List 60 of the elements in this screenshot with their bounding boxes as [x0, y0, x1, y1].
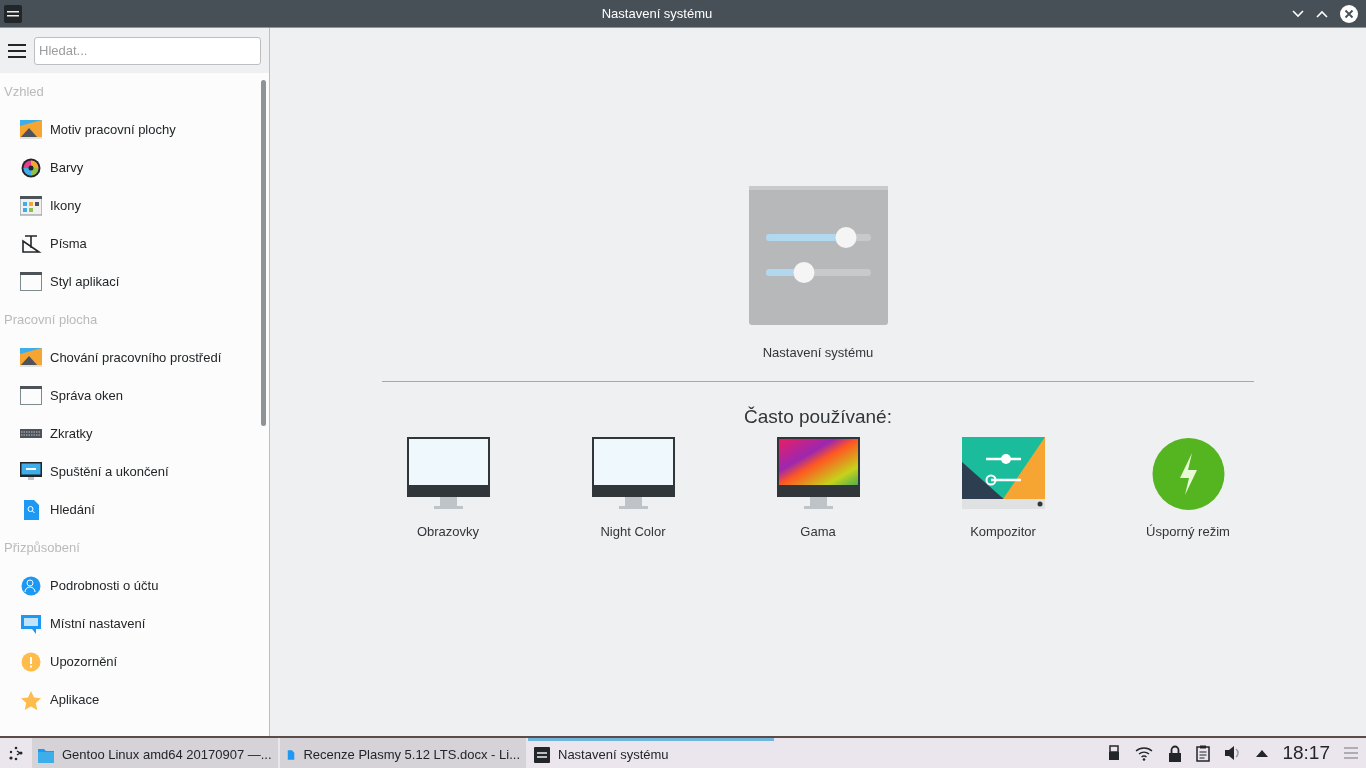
settings-icon	[534, 746, 550, 763]
sidebar-item[interactable]: Chování pracovního prostředí	[50, 348, 222, 368]
menu-icon[interactable]	[8, 43, 26, 58]
minimize-icon[interactable]	[1292, 9, 1304, 18]
maximize-icon[interactable]	[1316, 9, 1328, 18]
sidebar-item[interactable]: Motiv pracovní plochy	[50, 120, 176, 140]
sidebar-item[interactable]: Zkratky	[50, 424, 93, 444]
launcher-icon[interactable]	[8, 745, 24, 761]
clipboard-icon[interactable]	[1196, 744, 1211, 762]
wifi-icon[interactable]	[1134, 745, 1155, 761]
icon-grid-icon	[20, 196, 42, 216]
sidebar-item[interactable]: Upozornění	[50, 652, 118, 672]
speech-bubble-icon	[20, 614, 42, 634]
usb-icon[interactable]	[1108, 745, 1121, 761]
sidebar-item[interactable]: Správa oken	[50, 386, 123, 406]
clock[interactable]: 18:17	[1282, 738, 1330, 768]
sidebar-item[interactable]: Hledání	[50, 500, 95, 520]
lock-icon[interactable]	[1168, 744, 1183, 762]
font-icon	[20, 234, 42, 254]
sidebar-item[interactable]: Spuštění a ukončení	[50, 462, 169, 482]
rainbow-monitor-icon[interactable]	[775, 437, 861, 510]
shortcut-label[interactable]: Night Color	[600, 522, 666, 542]
expand-arrow-icon[interactable]	[1256, 749, 1269, 757]
monitor-icon[interactable]	[590, 437, 676, 510]
landscape-icon	[20, 120, 42, 140]
settings-icon[interactable]	[4, 4, 22, 23]
search-field[interactable]: Hledat...	[34, 36, 261, 65]
sliders-icon	[748, 186, 888, 325]
landscape-icon	[20, 348, 42, 368]
section-header: Přizpůsobení	[4, 539, 80, 558]
sidebar-item[interactable]: Místní nastavení	[50, 614, 146, 634]
shortcut-label[interactable]: Gama	[800, 522, 836, 542]
close-icon[interactable]	[1340, 4, 1358, 23]
shortcut-label[interactable]: Úsporný režim	[1146, 522, 1230, 542]
window-icon	[20, 386, 42, 406]
sidebar-item[interactable]: Písma	[50, 234, 87, 254]
sidebar-item[interactable]: Styl aplikací	[50, 272, 120, 292]
sidebar-item[interactable]: Ikony	[50, 196, 82, 216]
sidebar-item[interactable]: Podrobnosti o účtu	[50, 576, 159, 596]
warning-icon	[20, 652, 42, 672]
color-wheel-icon	[20, 158, 42, 178]
folder-icon	[38, 746, 54, 763]
task-button[interactable]: Gentoo Linux amd64 20170907 —...	[32, 738, 278, 768]
section-header: Pracovní plocha	[4, 311, 98, 330]
scrollbar[interactable]	[260, 80, 266, 426]
user-icon	[20, 576, 42, 596]
module-title: Nastavení systému	[762, 344, 874, 362]
sidebar-item[interactable]: Barvy	[50, 158, 84, 178]
window-title: Nastavení systému	[600, 4, 714, 23]
compositor-icon[interactable]	[960, 437, 1046, 510]
star-icon	[20, 690, 42, 710]
task-button[interactable]: Recenze Plasmy 5.12 LTS.docx - Li...	[280, 738, 526, 768]
window-icon	[20, 272, 42, 292]
section-header: Vzhled	[4, 83, 44, 102]
shortcut-label[interactable]: Obrazovky	[416, 522, 480, 542]
section-heading: Často používané:	[744, 404, 892, 429]
sidebar-item[interactable]: Aplikace	[50, 690, 100, 710]
monitor-icon[interactable]	[405, 437, 491, 510]
monitor-icon	[20, 462, 42, 482]
shortcut-label[interactable]: Kompozitor	[970, 522, 1036, 542]
